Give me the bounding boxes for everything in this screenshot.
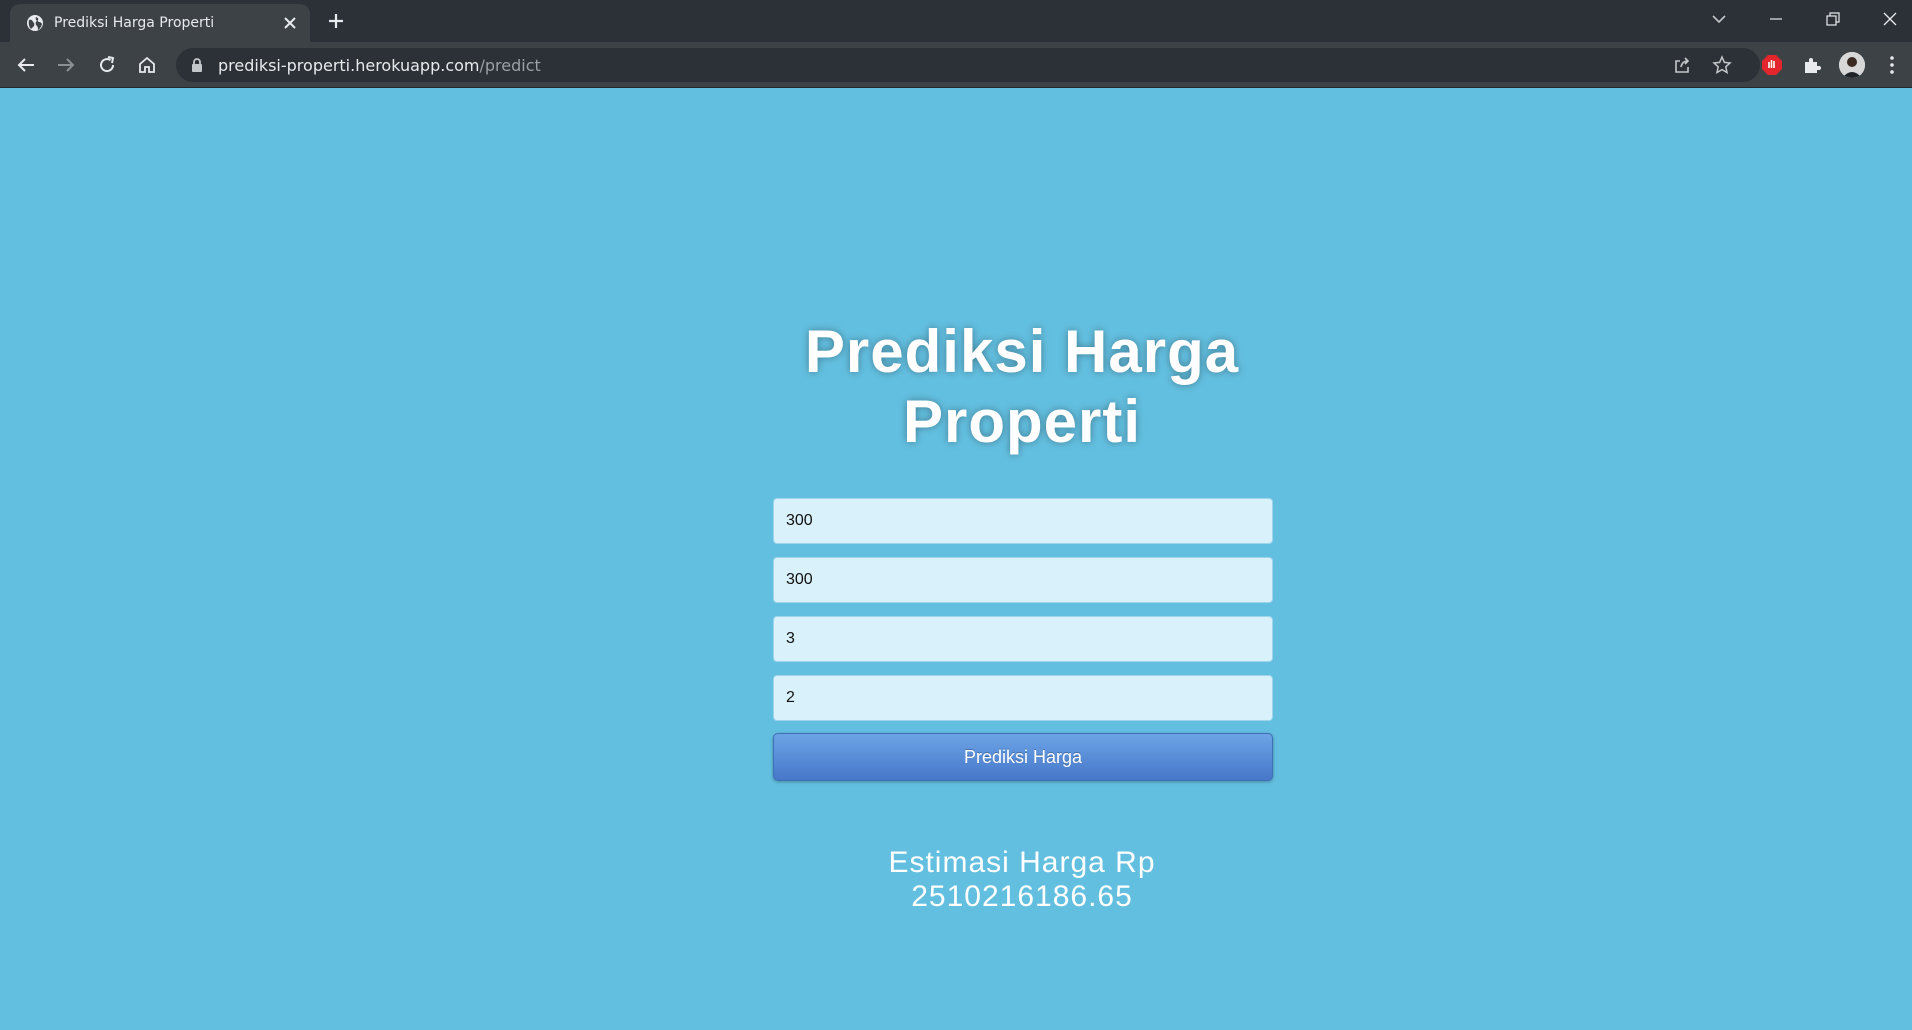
globe-icon: [27, 15, 43, 31]
url-host: prediksi-properti.herokuapp.com: [218, 56, 480, 75]
bookmark-star-icon[interactable]: [1712, 55, 1732, 75]
profile-person-icon: [1839, 52, 1865, 78]
reload-icon[interactable]: [95, 53, 119, 77]
input-field-3[interactable]: [773, 616, 1273, 662]
input-field-1[interactable]: [773, 498, 1273, 544]
tab-search-chevron-icon[interactable]: [1708, 8, 1730, 30]
extension-stop-icon[interactable]: [1760, 53, 1784, 77]
close-window-icon[interactable]: [1879, 8, 1901, 30]
menu-kebab-icon[interactable]: [1880, 53, 1904, 77]
result-value: 2510216186.65: [911, 880, 1133, 913]
result-text: Estimasi Harga Rp 2510216186.65: [756, 846, 1288, 914]
browser-toolbar: prediksi-properti.herokuapp.com/predict: [0, 42, 1912, 88]
browser-tab-bar: Prediksi Harga Properti: [0, 0, 1912, 42]
minimize-icon[interactable]: [1765, 8, 1787, 30]
restore-icon[interactable]: [1822, 8, 1844, 30]
close-tab-icon[interactable]: [282, 15, 298, 31]
lock-icon[interactable]: [190, 57, 204, 73]
new-tab-icon[interactable]: [326, 11, 346, 31]
address-bar[interactable]: prediksi-properti.herokuapp.com/predict: [176, 48, 1760, 82]
input-field-2[interactable]: [773, 557, 1273, 603]
page-content: Prediksi Harga Properti Prediksi Harga E…: [0, 89, 1912, 1030]
extensions-puzzle-icon[interactable]: [1800, 53, 1824, 77]
back-arrow-icon[interactable]: [14, 53, 38, 77]
result-label: Estimasi Harga Rp: [888, 846, 1156, 879]
share-icon[interactable]: [1672, 55, 1692, 75]
profile-avatar[interactable]: [1839, 52, 1865, 78]
forward-arrow-icon[interactable]: [54, 53, 78, 77]
browser-tab[interactable]: Prediksi Harga Properti: [10, 4, 310, 42]
home-icon[interactable]: [135, 53, 159, 77]
url-text[interactable]: prediksi-properti.herokuapp.com/predict: [218, 56, 541, 75]
tab-title: Prediksi Harga Properti: [54, 15, 215, 31]
url-path: /predict: [479, 56, 541, 75]
predict-button[interactable]: Prediksi Harga: [773, 733, 1273, 781]
input-field-4[interactable]: [773, 675, 1273, 721]
page-title: Prediksi Harga Properti: [804, 318, 1240, 455]
